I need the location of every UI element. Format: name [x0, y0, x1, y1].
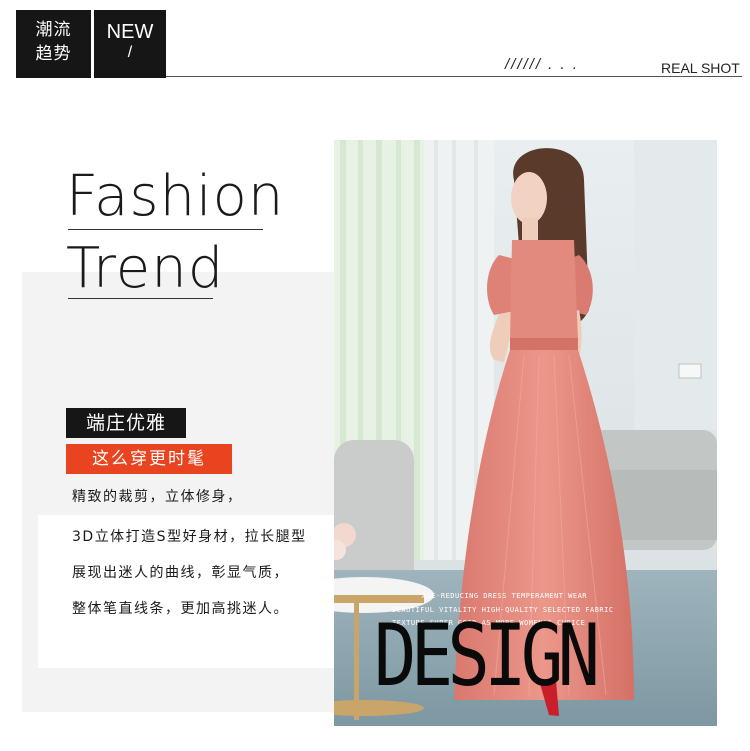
header-cn-line1: 潮流 [35, 20, 72, 40]
design-word: DESIGN [374, 606, 600, 706]
tag-stylish: 这么穿更时髦 [66, 444, 232, 474]
header-slash: / [127, 44, 133, 61]
title-trend: Trend [66, 236, 225, 301]
header-cn-line2: 趋势 [35, 44, 72, 64]
header-dots: ////// . . . [505, 56, 580, 73]
title-underline-2 [68, 298, 213, 299]
photo-caption-line-1: AGE-REDUCING DRESS TEMPERAMENT WEAR [422, 592, 588, 600]
description-line-2: 3D立体打造S型好身材，拉长腿型 [72, 529, 307, 545]
title-fashion: Fashion [66, 164, 285, 229]
description-line-1: 精致的裁剪，立体修身， [72, 489, 243, 505]
description-line-4: 整体笔直线条，更加高挑迷人。 [72, 601, 289, 617]
header-divider [166, 76, 742, 77]
header-new-label: NEW [106, 21, 154, 43]
description-line-3: 展现出迷人的曲线，彰显气质， [72, 565, 289, 581]
title-underline-1 [68, 229, 263, 230]
header-cn-tag: 潮流 趋势 [16, 18, 91, 66]
header-real-shot: REAL SHOT [661, 60, 740, 76]
tag-elegant: 端庄优雅 [66, 408, 186, 438]
